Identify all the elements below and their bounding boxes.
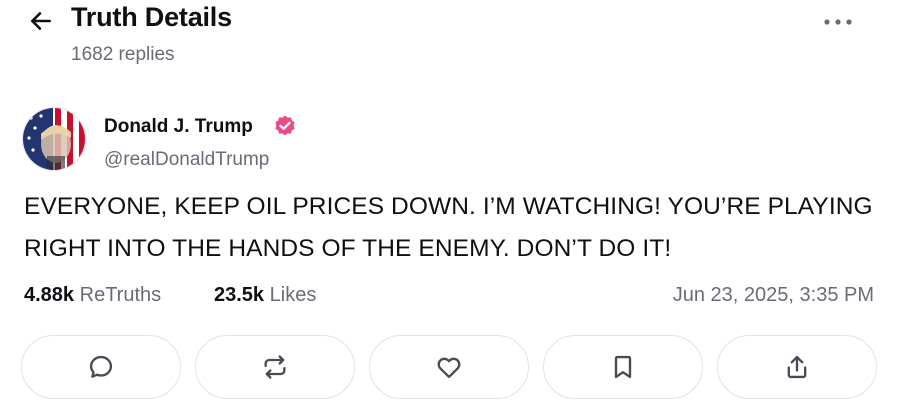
share-button[interactable]	[717, 335, 877, 399]
likes-stat[interactable]: 23.5k Likes	[214, 284, 316, 307]
author-handle[interactable]: @realDonaldTrump	[104, 149, 269, 171]
likes-label: Likes	[269, 284, 317, 306]
header: Truth Details 1682 replies	[0, 0, 900, 80]
reply-bubble-icon	[89, 355, 113, 378]
verified-badge-icon	[275, 115, 295, 136]
retruth-button[interactable]	[195, 335, 355, 399]
repost-icon	[264, 355, 286, 379]
avatar[interactable]	[22, 107, 86, 171]
page-title: Truth Details	[71, 2, 232, 32]
post-timestamp: Jun 23, 2025, 3:35 PM	[672, 284, 874, 306]
avatar-image	[23, 108, 85, 170]
bookmark-button[interactable]	[543, 335, 703, 399]
author-block: Donald J. Trump @realDonaldTrump	[22, 107, 522, 177]
reply-button[interactable]	[21, 335, 181, 399]
post-text: EVERYONE, KEEP OIL PRICES DOWN. I’M WATC…	[24, 193, 873, 262]
like-button[interactable]	[369, 335, 529, 399]
action-bar	[21, 335, 881, 401]
more-horizontal-icon	[824, 19, 852, 25]
share-icon	[787, 355, 807, 379]
retruths-stat[interactable]: 4.88k ReTruths	[24, 284, 161, 307]
truth-details-page: Truth Details 1682 replies Donald J. Tru…	[0, 0, 900, 420]
back-button[interactable]	[26, 6, 56, 36]
arrow-left-icon	[31, 12, 51, 30]
retruths-label: ReTruths	[79, 284, 162, 306]
bookmark-icon	[614, 355, 632, 379]
retruths-count: 4.88k	[24, 284, 75, 306]
more-options-button[interactable]	[820, 10, 856, 34]
post-stats: 4.88k ReTruths 23.5k Likes Jun 23, 2025,…	[24, 284, 880, 314]
heart-icon	[437, 357, 461, 379]
reply-count: 1682 replies	[71, 44, 175, 65]
author-display-name[interactable]: Donald J. Trump	[104, 116, 253, 138]
likes-count: 23.5k	[214, 284, 265, 306]
